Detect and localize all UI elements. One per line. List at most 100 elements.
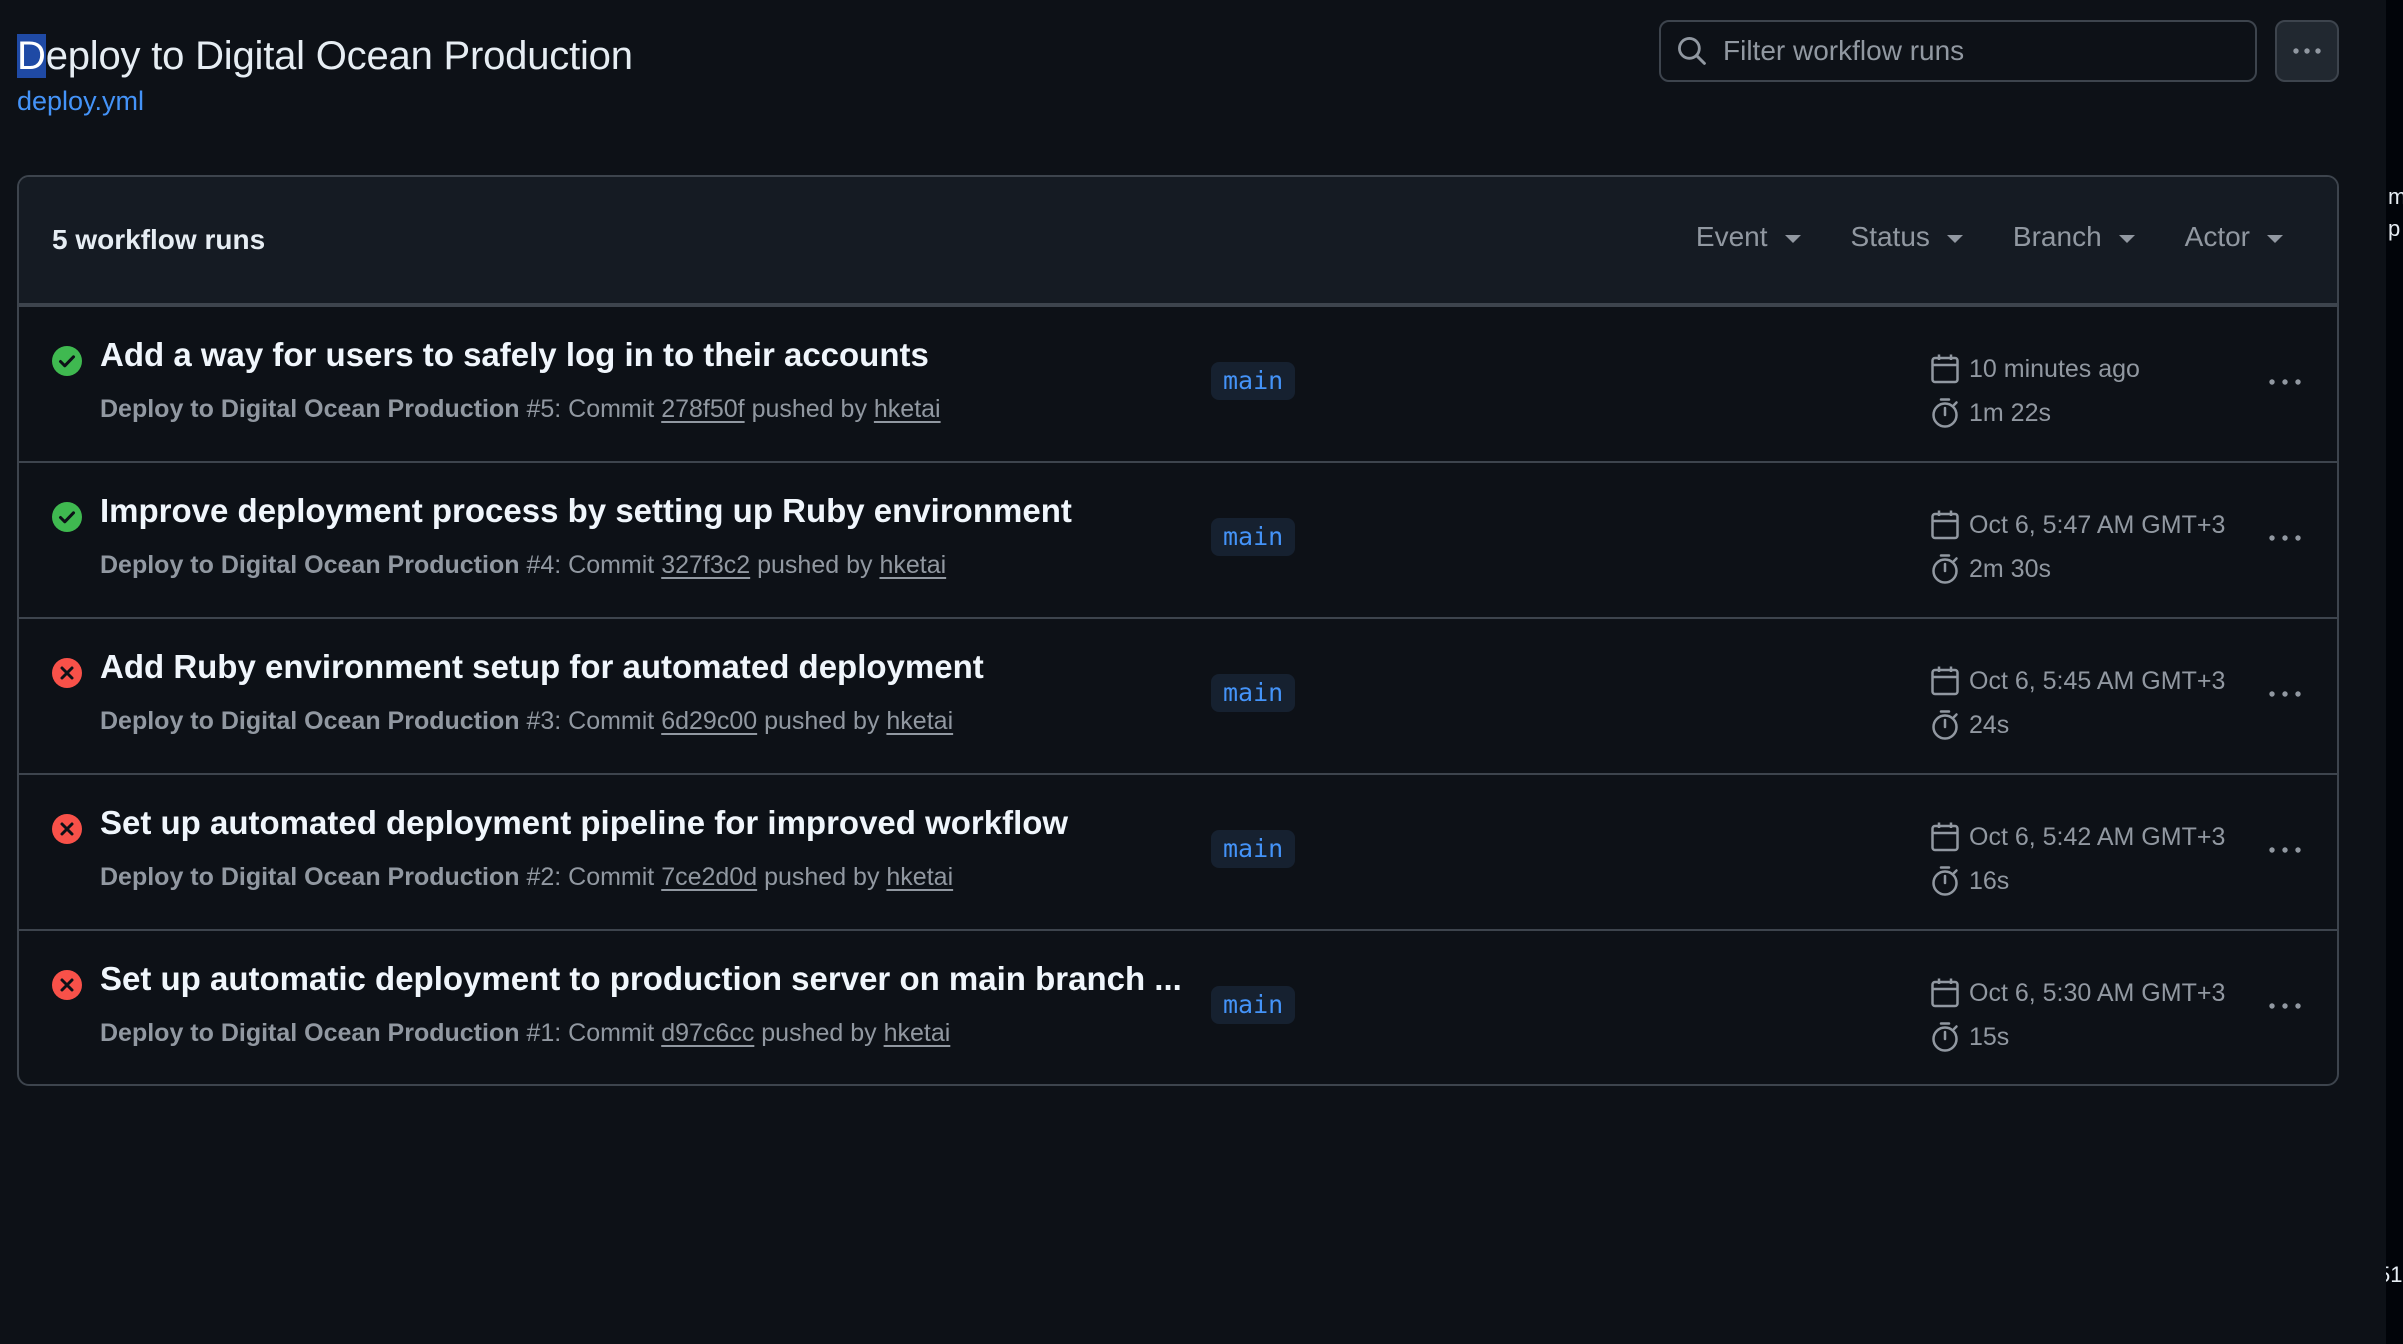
clipped-text-fragment: m — [2388, 184, 2403, 209]
workflow-run-row[interactable]: Add Ruby environment setup for automated… — [19, 617, 2337, 773]
run-duration: 1m 22s — [1969, 398, 2051, 427]
run-timestamp: Oct 6, 5:30 AM GMT+3 — [1969, 978, 2226, 1007]
check-circle-fill-icon — [52, 346, 82, 376]
filter-actor-label: Actor — [2184, 221, 2250, 252]
run-title-link[interactable]: Add Ruby environment setup for automated… — [100, 648, 984, 686]
branch-badge[interactable]: main — [1211, 830, 1296, 868]
run-timestamp: Oct 6, 5:47 AM GMT+3 — [1969, 510, 2226, 539]
kebab-horizontal-icon — [2269, 1003, 2301, 1009]
run-more-options-button[interactable] — [2261, 367, 2309, 397]
page-header: Deploy to Digital Ocean Production deplo… — [17, 28, 633, 117]
stopwatch-icon — [1932, 398, 1958, 428]
run-meta: Deploy to Digital Ocean Production #4: C… — [100, 551, 946, 580]
run-title-link[interactable]: Improve deployment process by setting up… — [100, 492, 1072, 530]
workflow-run-row[interactable]: Add a way for users to safely log in to … — [19, 305, 2337, 461]
x-circle-fill-icon — [52, 658, 82, 688]
run-number: #3 — [526, 707, 555, 735]
run-meta: Deploy to Digital Ocean Production #2: C… — [100, 863, 953, 892]
workflow-file-link[interactable]: deploy.yml — [17, 86, 144, 117]
run-timing: Oct 6, 5:30 AM GMT+3 15s — [1930, 971, 2225, 1059]
actor-link[interactable]: hketai — [886, 707, 953, 735]
run-title-link[interactable]: Set up automatic deployment to productio… — [100, 960, 1182, 998]
stopwatch-icon — [1932, 866, 1958, 896]
filter-status-dropdown[interactable]: Status — [1851, 221, 1963, 253]
branch-badge[interactable]: main — [1211, 518, 1296, 556]
run-number: #2 — [526, 863, 555, 891]
run-timing: 10 minutes ago 1m 22s — [1930, 347, 2140, 435]
calendar-icon — [1931, 666, 1959, 696]
run-more-options-button[interactable] — [2261, 679, 2309, 709]
filter-event-dropdown[interactable]: Event — [1696, 221, 1801, 253]
commit-link[interactable]: d97c6cc — [661, 1019, 754, 1047]
kebab-horizontal-icon — [2269, 847, 2301, 853]
page-title: Deploy to Digital Ocean Production — [17, 28, 633, 84]
page-title-selected-letter: D — [17, 34, 46, 78]
run-title-link[interactable]: Add a way for users to safely log in to … — [100, 336, 929, 374]
filter-branch-label: Branch — [2012, 221, 2102, 252]
kebab-horizontal-icon — [2269, 379, 2301, 385]
run-duration: 15s — [1969, 1022, 2010, 1051]
actor-link[interactable]: hketai — [886, 863, 953, 891]
triangle-down-icon — [1784, 235, 1801, 243]
calendar-icon — [1931, 822, 1959, 852]
page-title-text: eploy to Digital Ocean Production — [45, 34, 633, 78]
run-timing: Oct 6, 5:47 AM GMT+3 2m 30s — [1930, 503, 2225, 591]
run-meta: Deploy to Digital Ocean Production #5: C… — [100, 395, 941, 424]
kebab-horizontal-icon — [2293, 48, 2321, 54]
run-duration: 16s — [1969, 866, 2010, 895]
run-title-link[interactable]: Set up automated deployment pipeline for… — [100, 804, 1068, 842]
actor-link[interactable]: hketai — [884, 1019, 951, 1047]
clipped-text-fragment: 51 — [2386, 1262, 2403, 1287]
branch-badge[interactable]: main — [1211, 362, 1296, 400]
filter-event-label: Event — [1695, 221, 1768, 252]
commit-prefix: : Commit — [554, 1019, 662, 1047]
workflow-run-row[interactable]: Set up automated deployment pipeline for… — [19, 773, 2337, 929]
commit-prefix: : Commit — [554, 551, 662, 579]
stopwatch-icon — [1932, 1022, 1958, 1052]
run-meta: Deploy to Digital Ocean Production #3: C… — [100, 707, 953, 736]
commit-link[interactable]: 6d29c00 — [661, 707, 757, 735]
workflow-run-row[interactable]: Set up automatic deployment to productio… — [19, 929, 2337, 1084]
run-workflow-name: Deploy to Digital Ocean Production — [100, 863, 520, 891]
more-options-button[interactable] — [2275, 20, 2339, 82]
run-workflow-name: Deploy to Digital Ocean Production — [100, 707, 520, 735]
run-more-options-button[interactable] — [2261, 835, 2309, 865]
stopwatch-icon — [1932, 710, 1958, 740]
workflow-run-count: 5 workflow runs — [52, 224, 266, 255]
commit-link[interactable]: 7ce2d0d — [661, 863, 757, 891]
calendar-icon — [1931, 354, 1959, 384]
runs-list-header: 5 workflow runs Event Status Branch Acto… — [19, 177, 2337, 305]
adjacent-window-edge: m p 51 — [2386, 0, 2403, 1344]
kebab-horizontal-icon — [2269, 691, 2301, 697]
filter-workflow-runs[interactable] — [1659, 20, 2257, 82]
run-timing: Oct 6, 5:45 AM GMT+3 24s — [1930, 659, 2225, 747]
run-more-options-button[interactable] — [2261, 523, 2309, 553]
filter-input[interactable] — [1721, 34, 2225, 68]
clipped-text-fragment: p — [2388, 216, 2401, 241]
calendar-icon — [1931, 510, 1959, 540]
run-workflow-name: Deploy to Digital Ocean Production — [100, 1019, 520, 1047]
filter-branch-dropdown[interactable]: Branch — [2013, 221, 2135, 253]
pushed-by-text: pushed by — [757, 707, 887, 735]
workflow-run-row[interactable]: Improve deployment process by setting up… — [19, 461, 2337, 617]
triangle-down-icon — [2267, 235, 2283, 243]
branch-badge[interactable]: main — [1211, 674, 1296, 712]
actor-link[interactable]: hketai — [874, 395, 941, 423]
commit-link[interactable]: 278f50f — [661, 395, 744, 423]
branch-badge[interactable]: main — [1211, 986, 1296, 1024]
pushed-by-text: pushed by — [754, 1019, 884, 1047]
check-circle-fill-icon — [52, 502, 82, 532]
filter-actor-dropdown[interactable]: Actor — [2185, 221, 2283, 253]
stopwatch-icon — [1932, 554, 1958, 584]
run-timestamp: Oct 6, 5:42 AM GMT+3 — [1969, 822, 2226, 851]
run-timestamp: Oct 6, 5:45 AM GMT+3 — [1969, 666, 2226, 695]
run-duration: 2m 30s — [1969, 554, 2051, 583]
run-more-options-button[interactable] — [2261, 991, 2309, 1021]
search-icon — [1678, 37, 1706, 65]
run-timing: Oct 6, 5:42 AM GMT+3 16s — [1930, 815, 2225, 903]
run-meta: Deploy to Digital Ocean Production #1: C… — [100, 1019, 950, 1048]
filter-status-label: Status — [1850, 221, 1930, 252]
commit-link[interactable]: 327f3c2 — [661, 551, 750, 579]
kebab-horizontal-icon — [2269, 535, 2301, 541]
actor-link[interactable]: hketai — [879, 551, 946, 579]
